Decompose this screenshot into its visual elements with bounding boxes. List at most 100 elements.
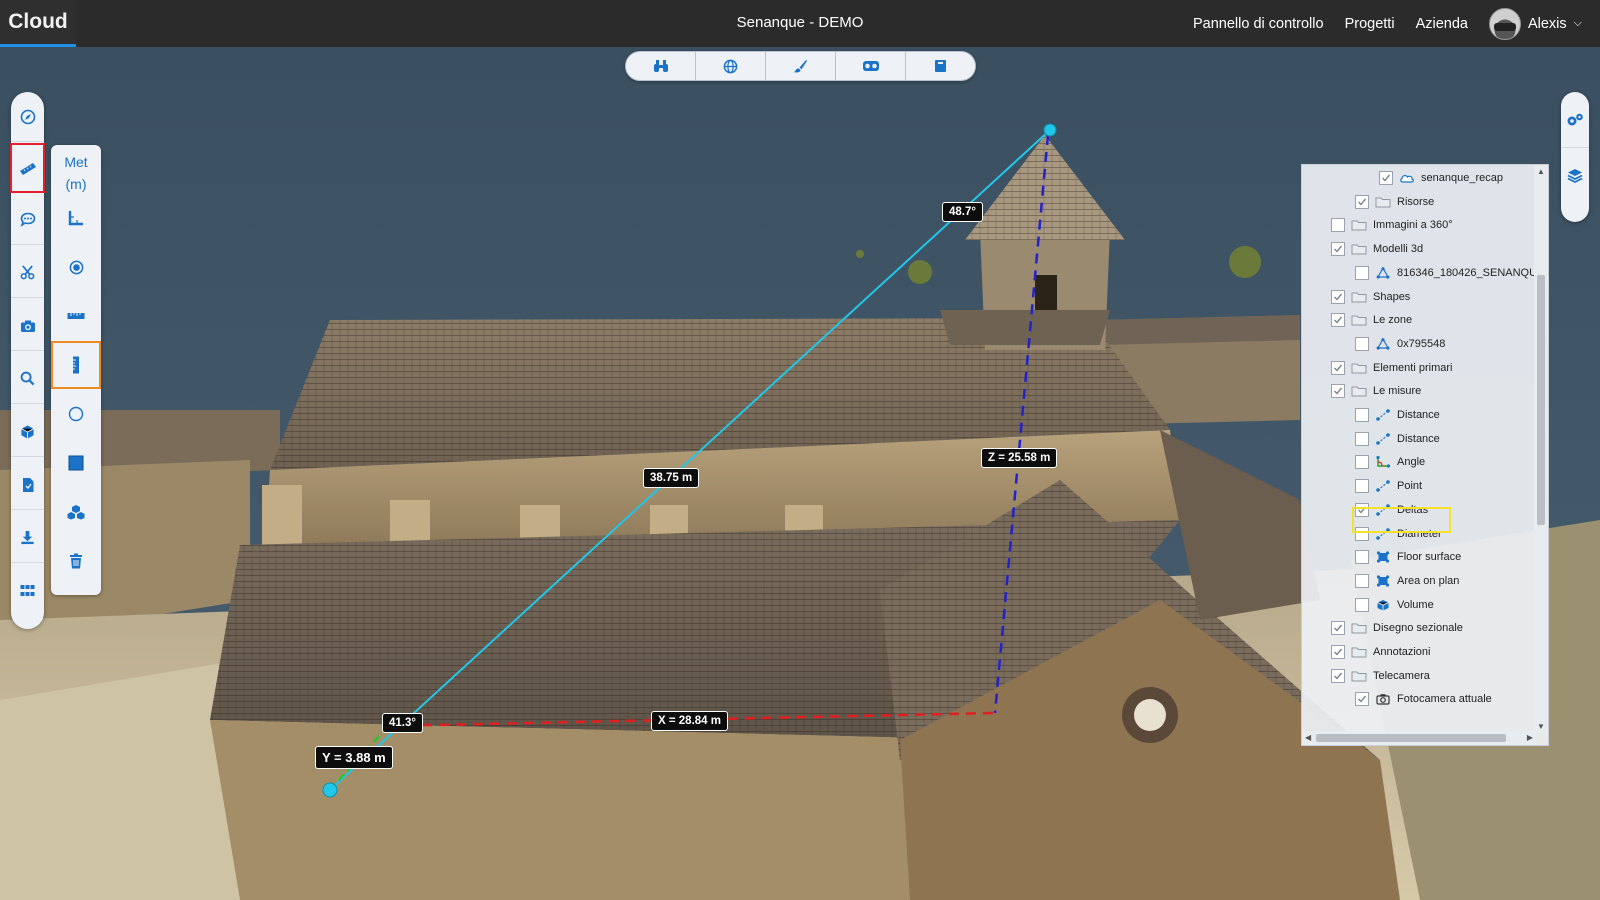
folder-icon bbox=[1351, 621, 1367, 635]
area-icon[interactable] bbox=[51, 439, 101, 487]
tree-item-label: Distance bbox=[1397, 432, 1440, 445]
folder-icon bbox=[1351, 384, 1367, 398]
binoculars-icon[interactable] bbox=[626, 52, 696, 80]
tree-item[interactable]: Distance bbox=[1355, 403, 1548, 427]
tree-item-checkbox[interactable] bbox=[1331, 645, 1345, 659]
camera-icon bbox=[1375, 692, 1391, 706]
unit-selector[interactable]: Met (m) bbox=[51, 151, 101, 195]
tree-item[interactable]: Annotazioni bbox=[1331, 640, 1548, 664]
measure-point-top bbox=[1043, 123, 1057, 137]
tree-horizontal-scroll-thumb[interactable] bbox=[1316, 734, 1506, 742]
grid-icon[interactable] bbox=[11, 566, 44, 616]
tree-item-checkbox[interactable] bbox=[1331, 360, 1345, 375]
unit-abbrev: (m) bbox=[65, 176, 87, 192]
distance-line bbox=[329, 129, 1051, 791]
tree-item-label: Distance bbox=[1397, 409, 1440, 421]
document-icon[interactable] bbox=[11, 460, 44, 510]
ruler-icon[interactable] bbox=[10, 143, 45, 193]
folder-icon bbox=[1351, 242, 1367, 256]
tree-item[interactable]: 0x795548 bbox=[1355, 332, 1548, 356]
tree-item[interactable]: Le misure bbox=[1331, 379, 1548, 403]
tree-item[interactable]: Elementi primari bbox=[1331, 356, 1548, 380]
nav-control-panel[interactable]: Pannello di controllo bbox=[1193, 16, 1324, 32]
tree-item[interactable]: Volume bbox=[1355, 593, 1548, 617]
tree-vertical-scroll-thumb[interactable] bbox=[1537, 275, 1545, 525]
tree-item-label: Fotocamera attuale bbox=[1397, 693, 1492, 706]
search-icon[interactable] bbox=[11, 354, 44, 404]
cube-icon[interactable] bbox=[11, 407, 44, 457]
tree-item-checkbox[interactable] bbox=[1355, 692, 1369, 707]
tree-item[interactable]: Disegno sezionale bbox=[1331, 616, 1548, 640]
download-icon[interactable] bbox=[11, 513, 44, 563]
angle-icon[interactable] bbox=[51, 194, 101, 242]
tree-item-checkbox[interactable] bbox=[1355, 597, 1369, 612]
distance-icon[interactable] bbox=[51, 292, 101, 340]
compass-icon[interactable] bbox=[11, 92, 44, 142]
camera-icon[interactable] bbox=[11, 301, 44, 351]
tree-item-checkbox[interactable] bbox=[1331, 621, 1345, 636]
tree-item-label: Volume bbox=[1397, 598, 1434, 611]
tree-item-checkbox[interactable] bbox=[1379, 171, 1393, 185]
book-icon[interactable] bbox=[906, 52, 975, 80]
scissors-icon[interactable] bbox=[11, 248, 44, 298]
tree-item-checkbox[interactable] bbox=[1355, 265, 1369, 280]
surface-icon bbox=[1375, 574, 1391, 588]
left-tool-rail bbox=[10, 92, 45, 629]
tree-item[interactable]: Immagini a 360° bbox=[1331, 213, 1548, 237]
app-logo[interactable]: Cloud bbox=[0, 0, 76, 47]
tree-item-checkbox[interactable] bbox=[1331, 218, 1345, 233]
settings-icon[interactable] bbox=[1561, 92, 1589, 148]
distance-icon bbox=[1375, 408, 1391, 422]
tree-item-checkbox[interactable] bbox=[1355, 455, 1369, 470]
tree-item[interactable]: Modelli 3d bbox=[1331, 237, 1548, 261]
top-bar: Cloud Senanque - DEMO Pannello di contro… bbox=[0, 0, 1600, 47]
tree-vertical-scrollbar[interactable]: ▲ ▼ bbox=[1534, 165, 1548, 733]
tree-item-checkbox[interactable] bbox=[1331, 384, 1345, 399]
angle-bottom-label: 41.3° bbox=[382, 713, 423, 733]
tree-item[interactable]: Shapes bbox=[1331, 285, 1548, 309]
tree-item-checkbox[interactable] bbox=[1331, 242, 1345, 257]
tree-item[interactable]: Point bbox=[1355, 474, 1548, 498]
tree-item[interactable]: senanque_recap bbox=[1379, 166, 1548, 190]
tree-item-checkbox[interactable] bbox=[1355, 479, 1369, 494]
measure-tools-panel: Met (m) bbox=[51, 145, 101, 595]
comment-icon[interactable] bbox=[11, 195, 44, 245]
tree-item[interactable]: Le zone bbox=[1331, 308, 1548, 332]
tree-item-label: senanque_recap bbox=[1421, 172, 1503, 184]
brush-icon[interactable] bbox=[766, 52, 836, 80]
nav-projects[interactable]: Progetti bbox=[1345, 16, 1395, 32]
tree-item-checkbox[interactable] bbox=[1331, 313, 1345, 328]
tree-item-checkbox[interactable] bbox=[1355, 336, 1369, 351]
circle-icon[interactable] bbox=[51, 390, 101, 438]
tree-horizontal-scrollbar[interactable]: ◀ ▶ bbox=[1302, 731, 1536, 745]
tree-item-checkbox[interactable] bbox=[1355, 550, 1369, 565]
point-icon[interactable] bbox=[51, 243, 101, 291]
tree-item[interactable]: Telecamera bbox=[1331, 664, 1548, 688]
folder-icon bbox=[1351, 645, 1367, 659]
tree-item[interactable]: Distance bbox=[1355, 427, 1548, 451]
tree-item[interactable]: Risorse bbox=[1355, 190, 1548, 214]
tree-item[interactable]: Area on plan bbox=[1355, 569, 1548, 593]
right-rail bbox=[1561, 92, 1589, 222]
vr-headset-icon[interactable] bbox=[836, 52, 906, 80]
layers-icon[interactable] bbox=[1561, 148, 1589, 204]
height-icon[interactable] bbox=[51, 341, 101, 389]
tree-item-checkbox[interactable] bbox=[1355, 573, 1369, 588]
distance-icon bbox=[1375, 432, 1391, 446]
tree-item-checkbox[interactable] bbox=[1331, 668, 1345, 683]
tree-item[interactable]: Fotocamera attuale bbox=[1355, 687, 1548, 711]
volume-icon[interactable] bbox=[51, 488, 101, 536]
tree-item[interactable]: 816346_180426_SENANQUE bbox=[1355, 261, 1548, 285]
tree-item-checkbox[interactable] bbox=[1355, 431, 1369, 446]
folder-icon bbox=[1351, 218, 1367, 232]
user-menu[interactable]: Alexis ⌵ bbox=[1488, 7, 1582, 40]
tree-item[interactable]: Angle bbox=[1355, 450, 1548, 474]
tree-item-checkbox[interactable] bbox=[1355, 194, 1369, 209]
globe-icon[interactable] bbox=[696, 52, 766, 80]
trash-icon[interactable] bbox=[51, 537, 101, 585]
tree-item[interactable]: Floor surface bbox=[1355, 545, 1548, 569]
tree-item-label: Floor surface bbox=[1397, 551, 1462, 564]
tree-item-checkbox[interactable] bbox=[1355, 408, 1369, 422]
nav-company[interactable]: Azienda bbox=[1416, 16, 1468, 32]
tree-item-checkbox[interactable] bbox=[1331, 289, 1345, 304]
